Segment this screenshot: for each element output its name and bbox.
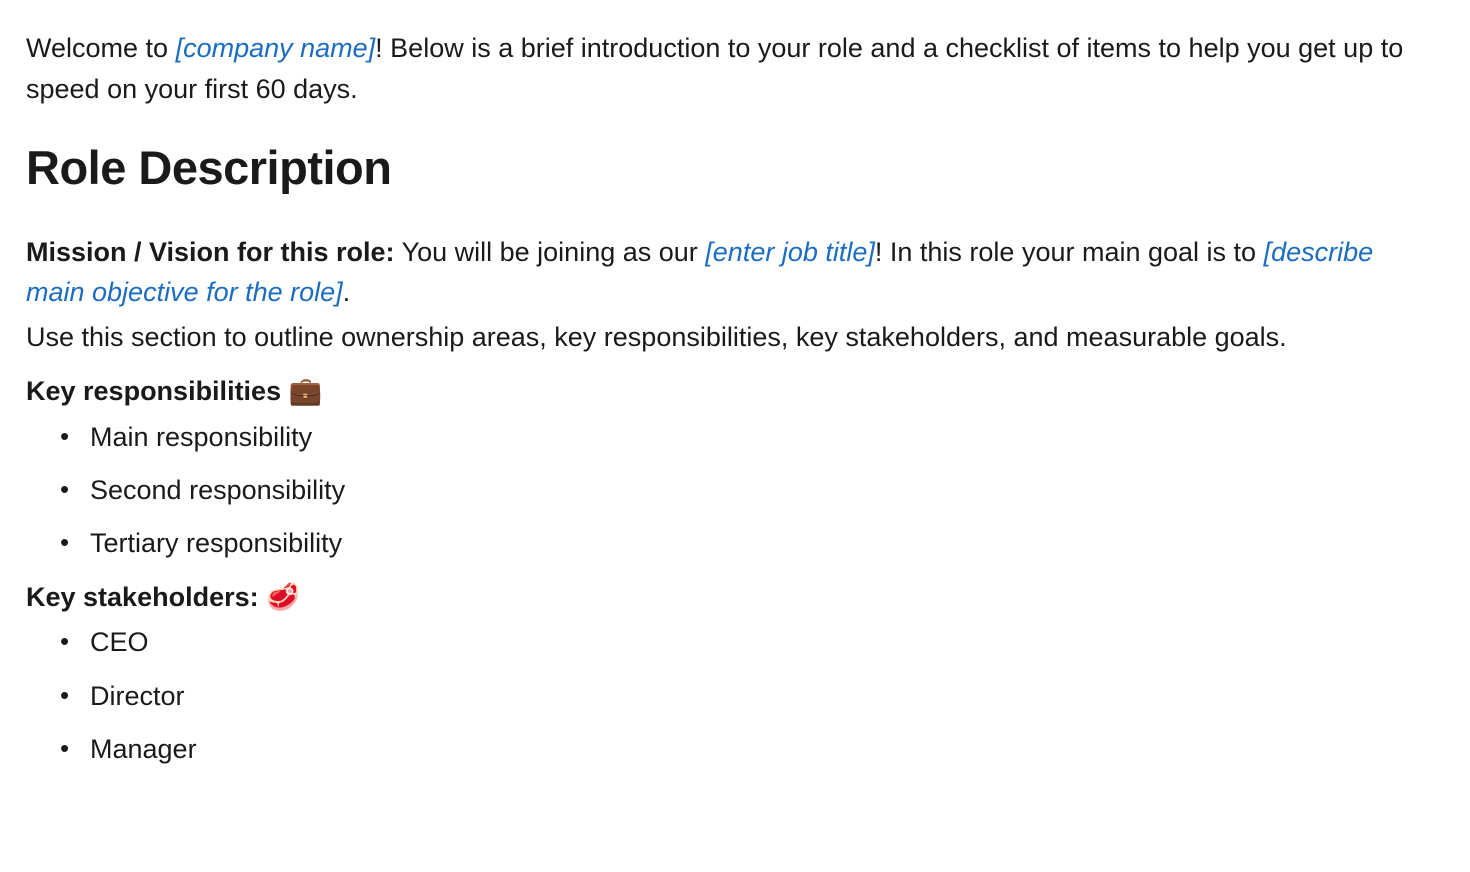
mission-period: .	[343, 277, 351, 307]
stakeholders-heading-text: Key stakeholders:	[26, 582, 266, 612]
intro-paragraph: Welcome to [company name]! Below is a br…	[26, 28, 1406, 109]
list-item: CEO	[60, 623, 1444, 662]
job-title-placeholder: [enter job title]	[705, 237, 875, 267]
instruction-paragraph: Use this section to outline ownership ar…	[26, 317, 1406, 358]
mission-text-before: You will be joining as our	[395, 237, 706, 267]
role-description-heading: Role Description	[26, 133, 1444, 204]
stakeholders-heading: Key stakeholders: 🥩	[26, 577, 1444, 618]
list-item: Second responsibility	[60, 471, 1444, 510]
company-name-placeholder: [company name]	[176, 33, 376, 63]
responsibilities-heading-text: Key responsibilities	[26, 376, 289, 406]
mission-label: Mission / Vision for this role:	[26, 237, 395, 267]
list-item: Main responsibility	[60, 418, 1444, 457]
responsibilities-heading: Key responsibilities 💼	[26, 371, 1444, 412]
list-item: Director	[60, 677, 1444, 716]
steak-icon: 🥩	[266, 582, 300, 612]
list-item: Tertiary responsibility	[60, 524, 1444, 563]
stakeholders-list: CEO Director Manager	[26, 623, 1444, 768]
briefcase-icon: 💼	[289, 376, 323, 406]
responsibilities-list: Main responsibility Second responsibilit…	[26, 418, 1444, 563]
list-item: Manager	[60, 730, 1444, 769]
mission-paragraph: Mission / Vision for this role: You will…	[26, 232, 1406, 313]
intro-prefix: Welcome to	[26, 33, 176, 63]
mission-text-after: ! In this role your main goal is to	[875, 237, 1264, 267]
